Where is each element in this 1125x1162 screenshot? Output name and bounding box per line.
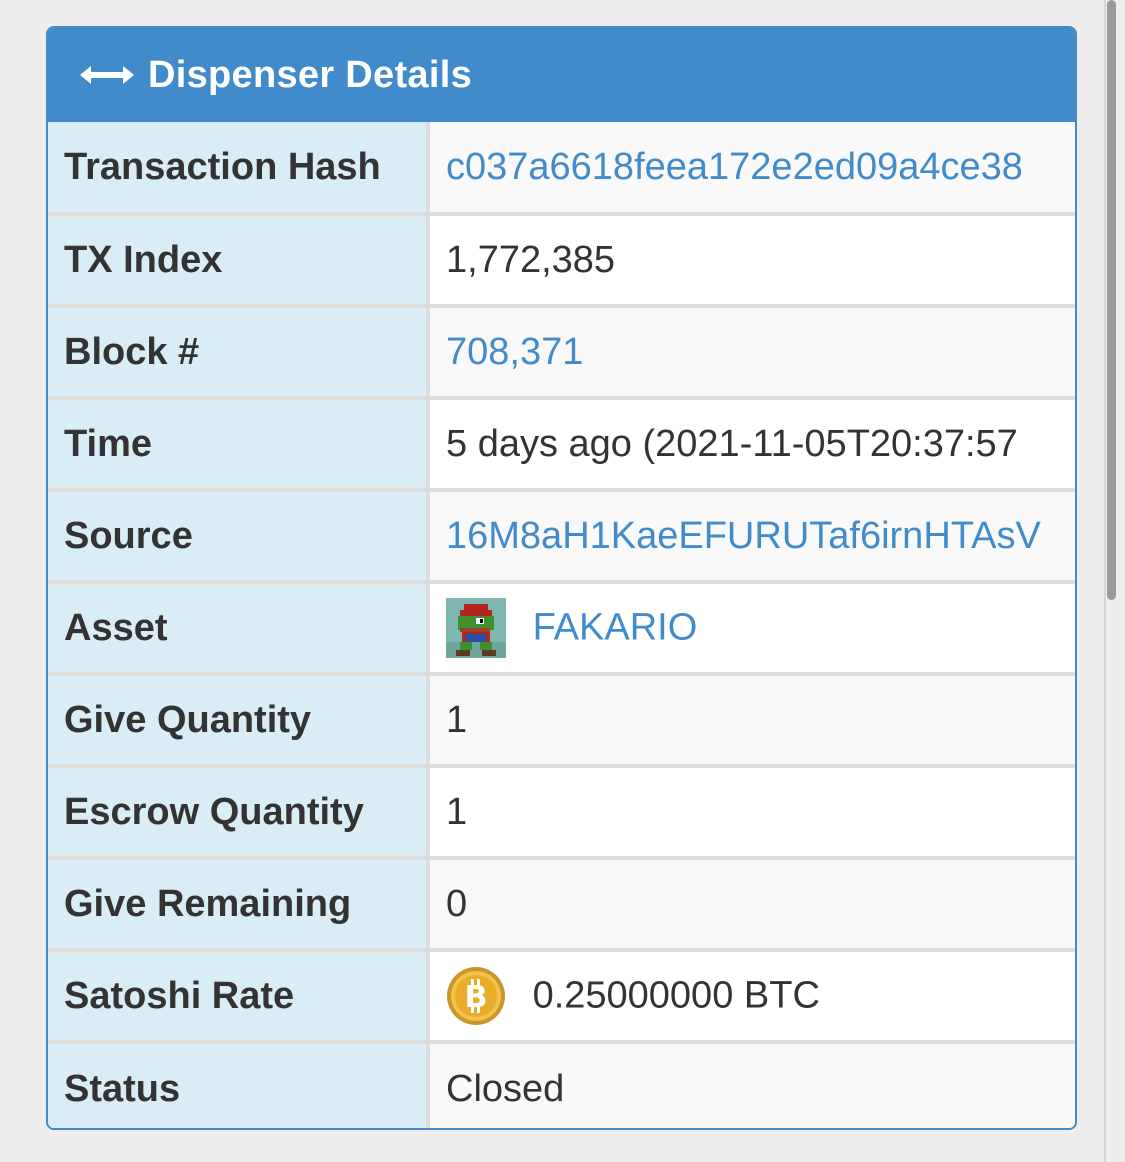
- svg-text:B: B: [465, 980, 488, 1015]
- row-label: Time: [48, 396, 430, 490]
- transaction-hash-link[interactable]: c037a6618feea172e2ed09a4ce38: [446, 146, 1023, 188]
- row-value: c037a6618feea172e2ed09a4ce38: [428, 122, 1075, 214]
- escrow-quantity-value: 1: [428, 764, 1075, 858]
- row-label: Escrow Quantity: [48, 764, 430, 858]
- table-row-satoshi-rate: Satoshi Rate B 0.25000000 BTC: [48, 948, 1075, 1042]
- scrollbar-thumb[interactable]: [1107, 0, 1116, 600]
- row-label: Block #: [48, 304, 430, 398]
- row-label: Satoshi Rate: [48, 948, 430, 1042]
- row-label: TX Index: [48, 212, 430, 306]
- row-value: 16M8aH1KaeEFURUTaf6irnHTAsV: [428, 488, 1075, 582]
- asset-thumbnail-icon[interactable]: [446, 598, 506, 658]
- source-address-link[interactable]: 16M8aH1KaeEFURUTaf6irnHTAsV: [446, 515, 1041, 557]
- table-row-status: Status Closed: [48, 1040, 1075, 1128]
- table-row-give-quantity: Give Quantity 1: [48, 672, 1075, 766]
- table-row-escrow-quantity: Escrow Quantity 1: [48, 764, 1075, 858]
- row-label: Asset: [48, 580, 430, 674]
- table-row-source: Source 16M8aH1KaeEFURUTaf6irnHTAsV: [48, 488, 1075, 582]
- row-value: B 0.25000000 BTC: [428, 948, 1075, 1042]
- table-row-asset: Asset FAKARIO: [48, 580, 1075, 674]
- tx-index-value: 1,772,385: [428, 212, 1075, 306]
- table-row-time: Time 5 days ago (2021-11-05T20:37:57: [48, 396, 1075, 490]
- details-table: Transaction Hash c037a6618feea172e2ed09a…: [48, 122, 1075, 1128]
- row-label: Transaction Hash: [48, 122, 430, 214]
- table-row-transaction-hash: Transaction Hash c037a6618feea172e2ed09a…: [48, 122, 1075, 214]
- row-value: 708,371: [428, 304, 1075, 398]
- table-row-tx-index: TX Index 1,772,385: [48, 212, 1075, 306]
- status-value: Closed: [428, 1040, 1075, 1128]
- time-value: 5 days ago (2021-11-05T20:37:57: [428, 396, 1075, 490]
- asset-link[interactable]: FAKARIO: [533, 607, 698, 649]
- give-remaining-value: 0: [428, 856, 1075, 950]
- table-row-give-remaining: Give Remaining 0: [48, 856, 1075, 950]
- row-value: FAKARIO: [428, 580, 1075, 674]
- panel-title: Dispenser Details: [148, 53, 473, 96]
- row-label: Source: [48, 488, 430, 582]
- dispenser-details-panel: Dispenser Details Transaction Hash c037a…: [46, 26, 1077, 1130]
- give-quantity-value: 1: [428, 672, 1075, 766]
- row-label: Give Quantity: [48, 672, 430, 766]
- table-row-block: Block # 708,371: [48, 304, 1075, 398]
- panel-heading: Dispenser Details: [48, 28, 1075, 122]
- row-label: Give Remaining: [48, 856, 430, 950]
- horizontal-double-arrow-icon: [80, 66, 134, 84]
- row-label: Status: [48, 1040, 430, 1128]
- bitcoin-icon: B: [447, 967, 505, 1025]
- satoshi-rate-value: 0.25000000 BTC: [532, 974, 820, 1017]
- block-link[interactable]: 708,371: [446, 331, 583, 373]
